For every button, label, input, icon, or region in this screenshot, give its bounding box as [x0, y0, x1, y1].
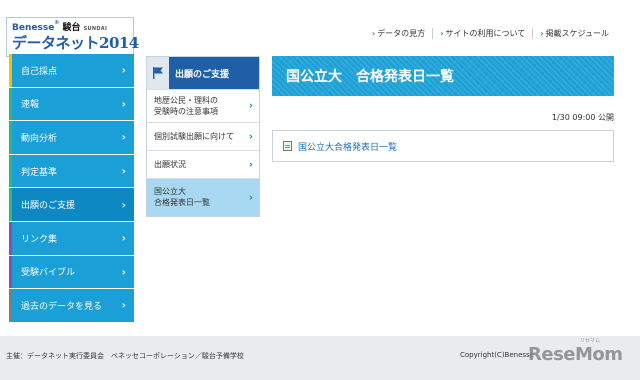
left-nav: 自己採点 › 速報 › 動向分析 › 判定基準 › 出願のご支援 › リンク集 › 受験バイ…	[9, 54, 134, 323]
page-title: 国公立大 合格発表日一覧	[286, 69, 454, 85]
chevron-right-icon: ›	[248, 159, 253, 170]
logo-title: データネット2014	[12, 34, 139, 52]
submenu-item-application-status[interactable]: 出願状況 ›	[147, 150, 259, 178]
nav-accent-bar	[9, 154, 12, 188]
watermark-logo: ReseMom	[528, 344, 623, 365]
nav-item-trend-analysis[interactable]: 動向分析 ›	[9, 121, 134, 155]
nav-item-self-scoring[interactable]: 自己採点 ›	[9, 54, 134, 88]
nav-accent-bar	[9, 121, 12, 154]
published-date: 1/30 09:00 公開	[551, 113, 614, 122]
document-icon	[283, 141, 292, 151]
nav-accent-bar	[9, 289, 12, 322]
chevron-right-icon: ›	[121, 198, 126, 212]
submenu-item-exam-notes[interactable]: 地歴公民・理科の 受験時の注意事項 ›	[147, 89, 259, 122]
chevron-right-icon: ›	[121, 265, 126, 279]
nav-item-application-support[interactable]: 出願のご支援 ›	[9, 188, 134, 222]
chevron-right-icon: ›	[121, 63, 126, 77]
top-links: › データの見方 › サイトの利用について › 掲載スケジュール	[365, 28, 616, 39]
submenu-item-announcement-dates[interactable]: 国公立大 合格発表日一覧 ›	[147, 178, 259, 216]
document-link[interactable]: 国公立大合格発表日一覧	[298, 140, 397, 153]
submenu-title: 出願のご支援	[175, 69, 230, 80]
nav-accent-bar	[9, 255, 12, 289]
chevron-right-icon: ›	[121, 298, 126, 312]
page-title-banner: 国公立大 合格発表日一覧	[272, 56, 614, 96]
chevron-right-icon: ›	[121, 164, 126, 178]
nav-item-links[interactable]: リンク集 ›	[9, 221, 134, 256]
nav-accent-bar	[9, 188, 12, 221]
watermark-ruby: リセマム	[580, 338, 601, 344]
nav-accent-bar	[9, 87, 12, 121]
nav-item-criteria[interactable]: 判定基準 ›	[9, 154, 134, 189]
toplink-data-guide[interactable]: › データの見方	[365, 28, 432, 39]
footer-copyright: Copyright(C)Benesse	[460, 351, 535, 359]
nav-item-exam-bible[interactable]: 受験バイブル ›	[9, 255, 134, 290]
chevron-right-icon: ›	[248, 100, 253, 112]
submenu-header: 出願のご支援	[147, 57, 259, 89]
chevron-right-icon: ›	[248, 192, 253, 203]
chevron-right-icon: ›	[248, 131, 253, 142]
toplink-site-usage[interactable]: › サイトの利用について	[432, 28, 532, 39]
flag-icon	[147, 57, 169, 89]
page: Benesse® 駿台 SUNDAI データネット2014 › データの見方 › サ…	[0, 0, 640, 336]
chevron-right-icon: ›	[440, 29, 444, 38]
site-logo[interactable]: Benesse® 駿台 SUNDAI データネット2014	[6, 17, 139, 57]
toplink-schedule[interactable]: › 掲載スケジュール	[532, 28, 616, 39]
chevron-right-icon: ›	[371, 29, 376, 38]
chevron-right-icon: ›	[540, 29, 544, 38]
nav-accent-bar	[9, 221, 12, 255]
nav-item-past-data[interactable]: 過去のデータを見る ›	[9, 289, 134, 323]
nav-item-breaking[interactable]: 速報 ›	[9, 87, 134, 122]
footer: 主催：データネット実行委員会 ベネッセコーポレーション／駿台予備学校 Copyr…	[0, 336, 640, 380]
nav-accent-bar	[9, 54, 12, 87]
submenu: 出願のご支援 地歴公民・理科の 受験時の注意事項 › 個別試験出願に向けて › …	[146, 56, 260, 217]
document-link-box: 国公立大合格発表日一覧	[272, 130, 614, 162]
submenu-item-individual-exam[interactable]: 個別試験出願に向けて ›	[147, 122, 259, 150]
chevron-right-icon: ›	[121, 231, 126, 245]
footer-organizers: 主催：データネット実行委員会 ベネッセコーポレーション／駿台予備学校	[6, 352, 244, 360]
chevron-right-icon: ›	[121, 130, 126, 144]
chevron-right-icon: ›	[121, 97, 126, 111]
